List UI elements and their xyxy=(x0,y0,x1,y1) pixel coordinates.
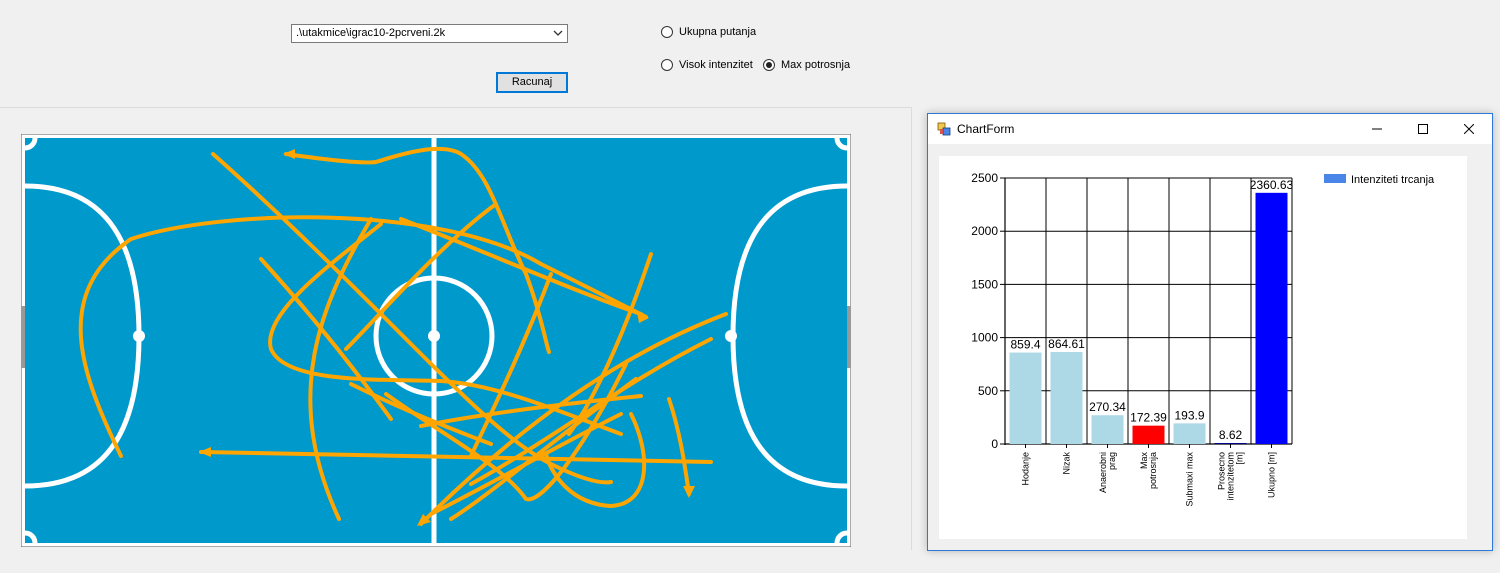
app-icon xyxy=(937,122,951,136)
x-tick-label: potrosnja xyxy=(1148,452,1158,489)
x-tick-label: [m] xyxy=(1235,452,1245,465)
bar xyxy=(1173,423,1206,444)
close-icon xyxy=(1464,124,1474,134)
data-label: 859.4 xyxy=(1010,338,1040,352)
radio-max-potrosnja[interactable]: Max potrosnja xyxy=(763,59,850,71)
radio-dot xyxy=(661,26,673,38)
radio-dot-selected xyxy=(763,59,775,71)
data-label: 2360.63 xyxy=(1250,178,1294,192)
y-tick-label: 2500 xyxy=(971,171,998,185)
minimize-button[interactable] xyxy=(1354,114,1400,144)
y-tick-label: 0 xyxy=(991,437,998,451)
chart-window-title: ChartForm xyxy=(957,122,1015,136)
data-label: 864.61 xyxy=(1048,337,1085,351)
data-label: 8.62 xyxy=(1219,428,1243,442)
radio-ukupna-putanja[interactable]: Ukupna putanja xyxy=(661,26,756,38)
x-tick-label: Ukupno [m] xyxy=(1267,452,1277,498)
x-tick-label: Submaxi max xyxy=(1185,452,1195,507)
data-label: 193.9 xyxy=(1174,408,1204,422)
radio-visok-intenzitet[interactable]: Visok intenzitet xyxy=(661,59,753,71)
maximize-button[interactable] xyxy=(1400,114,1446,144)
data-label: 270.34 xyxy=(1089,400,1126,414)
center-spot xyxy=(428,330,440,342)
file-select-value: .\utakmice\igrac10-2pcrveni.2k xyxy=(296,27,446,39)
bar xyxy=(1132,425,1165,444)
goal-left xyxy=(21,306,25,368)
minimize-icon xyxy=(1372,128,1382,130)
x-tick-label: prag xyxy=(1107,452,1117,470)
penalty-spot-left xyxy=(133,330,145,342)
maximize-icon xyxy=(1418,124,1428,134)
penalty-spot-right xyxy=(725,330,737,342)
bar xyxy=(1050,352,1083,444)
compute-button[interactable]: Racunaj xyxy=(496,72,568,93)
file-select[interactable]: .\utakmice\igrac10-2pcrveni.2k xyxy=(291,24,568,43)
bar xyxy=(1009,352,1042,444)
goal-right xyxy=(847,306,851,368)
legend-label: Intenziteti trcanja xyxy=(1351,174,1435,186)
bar xyxy=(1214,443,1247,444)
y-tick-label: 2000 xyxy=(971,224,998,238)
radio-label: Max potrosnja xyxy=(781,59,851,71)
bar-chart: 0 500 1000 1500 2000 2500 859.4 Hodanje 864.61 Ni… xyxy=(971,171,1435,507)
y-tick-label: 1500 xyxy=(971,277,998,291)
data-label: 172.39 xyxy=(1130,411,1167,425)
y-tick-label: 1000 xyxy=(971,331,998,345)
chart-window[interactable]: ChartForm 0 500 1000 1500 2000 2500 859.4 Hodan… xyxy=(927,113,1493,551)
y-tick-label: 500 xyxy=(978,384,998,398)
radio-label: Ukupna putanja xyxy=(679,26,757,38)
radio-label: Visok intenzitet xyxy=(679,59,753,71)
bar xyxy=(1255,192,1288,444)
chart-area: 0 500 1000 1500 2000 2500 859.4 Hodanje 864.61 Ni… xyxy=(939,156,1467,539)
chart-window-titlebar[interactable]: ChartForm xyxy=(928,114,1492,144)
court-canvas xyxy=(21,134,851,547)
x-tick-label: Nizak xyxy=(1062,452,1072,475)
radio-dot xyxy=(661,59,673,71)
legend-swatch xyxy=(1324,174,1346,183)
close-button[interactable] xyxy=(1446,114,1492,144)
x-tick-label: Hodanje xyxy=(1021,452,1031,486)
chevron-down-icon xyxy=(553,30,563,36)
bar xyxy=(1091,415,1124,444)
